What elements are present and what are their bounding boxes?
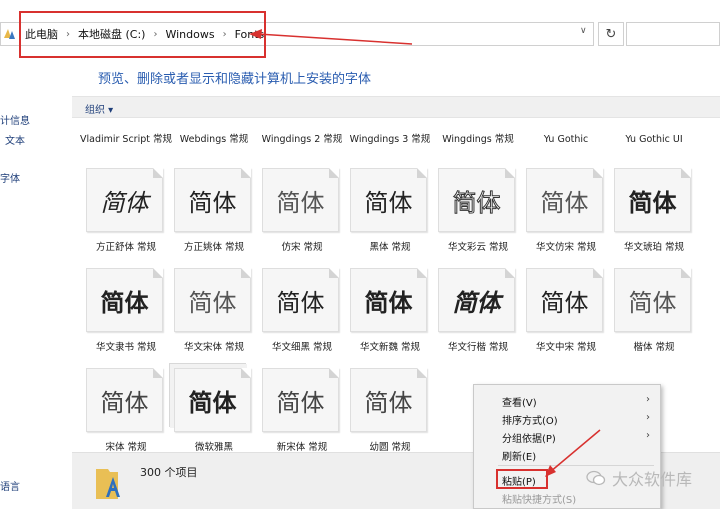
- font-preview-tile: 简体: [174, 168, 251, 232]
- page-fold-icon: [241, 268, 251, 278]
- context-menu: 查看(V) › 排序方式(O) › 分组依据(P) › 刷新(E) 粘贴(P) …: [473, 384, 661, 509]
- font-sample: 简体: [276, 188, 325, 217]
- font-sample: 简体: [276, 388, 325, 417]
- font-sample: 简体: [364, 188, 413, 217]
- watermark: 大众软件库: [586, 466, 692, 490]
- font-name: 幼圆 常规: [369, 442, 411, 452]
- organize-menu-button[interactable]: 组织 ▾: [85, 101, 113, 116]
- nav-link-info[interactable]: 计信息: [0, 112, 30, 127]
- refresh-button[interactable]: ↻: [598, 22, 624, 46]
- font-name: 楷体 常规: [633, 342, 675, 353]
- navigation-pane: 计信息 文本 字体 语言: [0, 62, 72, 509]
- font-sample: 简体: [100, 287, 149, 317]
- menu-item-group[interactable]: 分组依据(P): [502, 430, 556, 445]
- font-sample: 简体: [628, 188, 677, 217]
- folder-font-icon: [4, 29, 15, 39]
- font-sample: 简体: [452, 188, 501, 217]
- page-fold-icon: [505, 168, 515, 178]
- page-fold-icon: [241, 368, 251, 378]
- font-sample: 简体: [452, 287, 501, 317]
- search-input[interactable]: [626, 22, 720, 46]
- page-fold-icon: [505, 268, 515, 278]
- font-sample: 简体: [188, 288, 237, 317]
- refresh-icon: ↻: [605, 26, 617, 42]
- page-fold-icon: [593, 168, 603, 178]
- toolbar: 组织 ▾: [72, 96, 720, 118]
- item-count: 300 个项目: [140, 466, 198, 479]
- paste-highlight-frame: [496, 469, 548, 489]
- font-sample: 简体: [540, 288, 589, 317]
- address-history-chevron-down-icon[interactable]: ∨: [580, 26, 587, 36]
- submenu-arrow-icon: ›: [646, 394, 650, 405]
- page-fold-icon: [153, 268, 163, 278]
- page-fold-icon: [153, 168, 163, 178]
- page-fold-icon: [329, 168, 339, 178]
- font-sample: 简体: [276, 288, 325, 317]
- font-preview-tile: 简体: [174, 268, 251, 332]
- menu-item-sort[interactable]: 排序方式(O): [502, 412, 558, 427]
- font-name: 华文琥珀 常规: [623, 242, 685, 253]
- page-fold-icon: [681, 168, 691, 178]
- font-sample: 简体: [364, 287, 413, 317]
- page-fold-icon: [417, 368, 427, 378]
- font-preview-tile: 简体: [86, 168, 163, 232]
- font-preview-tile: 简体: [438, 268, 515, 332]
- font-sample: 简体: [188, 388, 237, 417]
- page-fold-icon: [593, 268, 603, 278]
- page-fold-icon: [241, 168, 251, 178]
- font-preview-tile: 简体: [614, 168, 691, 232]
- font-sample: 简体: [100, 388, 149, 417]
- page-fold-icon: [417, 268, 427, 278]
- font-sample: 简体: [540, 188, 589, 217]
- page-fold-icon: [417, 168, 427, 178]
- font-preview-tile: 简体: [526, 168, 603, 232]
- font-preview-tile: 简体: [350, 168, 427, 232]
- page-fold-icon: [329, 368, 339, 378]
- watermark-text: 大众软件库: [612, 470, 693, 489]
- menu-item-refresh[interactable]: 刷新(E): [502, 448, 536, 463]
- font-preview-tile: 简体: [350, 268, 427, 332]
- menu-item-view[interactable]: 查看(V): [502, 394, 537, 409]
- font-family-preview-tile: 简体: [174, 368, 251, 432]
- font-preview-tile: 简体: [262, 268, 339, 332]
- address-highlight-frame: [19, 11, 266, 58]
- font-sample: 简体: [628, 288, 677, 317]
- submenu-arrow-icon: ›: [646, 412, 650, 423]
- font-preview-tile: 简体: [614, 268, 691, 332]
- nav-link-fonts[interactable]: 字体: [0, 170, 20, 185]
- font-preview-tile: 简体: [86, 268, 163, 332]
- page-title: 预览、删除或者显示和隐藏计算机上安装的字体: [98, 72, 372, 87]
- font-preview-tile: 简体: [350, 368, 427, 432]
- page-fold-icon: [329, 268, 339, 278]
- font-preview-tile: 简体: [86, 368, 163, 432]
- font-sample: 简体: [100, 188, 149, 217]
- font-sample: 简体: [364, 388, 413, 417]
- font-preview-tile: 简体: [262, 168, 339, 232]
- font-sample: 简体: [188, 188, 237, 217]
- font-preview-tile: 简体: [526, 268, 603, 332]
- nav-link-text[interactable]: 文本: [5, 132, 25, 147]
- font-preview-tile: 简体: [262, 368, 339, 432]
- nav-link-language[interactable]: 语言: [0, 478, 20, 493]
- submenu-arrow-icon: ›: [646, 430, 650, 441]
- fonts-folder-icon: [96, 469, 120, 499]
- font-name: Yu Gothic UI: [625, 134, 683, 145]
- font-preview-tile: 简体: [438, 168, 515, 232]
- menu-item-paste-shortcut: 粘贴快捷方式(S): [502, 495, 577, 506]
- page-fold-icon: [681, 268, 691, 278]
- wechat-icon: [586, 470, 606, 486]
- page-fold-icon: [153, 368, 163, 378]
